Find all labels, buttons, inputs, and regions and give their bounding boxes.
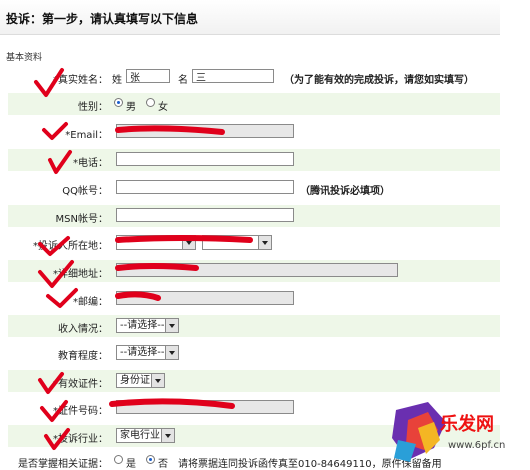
evidence-yes-label: 是 <box>126 459 136 470</box>
education-selected: --请选择-- <box>120 347 165 358</box>
given-name-input[interactable] <box>192 69 274 83</box>
given-name-label: 名 <box>178 75 188 86</box>
msn-label: MSN帐号： <box>55 214 108 225</box>
gender-male-label: 男 <box>126 102 136 113</box>
evidence-label: 是否掌握相关证据： <box>18 459 108 470</box>
surname-label: 姓 <box>112 75 122 86</box>
qq-hint: （腾讯投诉必填项） <box>300 186 390 197</box>
gender-female-radio[interactable] <box>146 98 155 107</box>
msn-input[interactable] <box>116 208 294 222</box>
name-label: *真实姓名： <box>53 75 108 86</box>
section-heading: 基本资料 <box>6 53 43 63</box>
row-education: 教育程度： --请选择-- <box>8 342 500 364</box>
industry-selected: 家电行业 <box>120 430 160 441</box>
watermark-url: www.6pf.cn <box>448 440 506 451</box>
row-income: 收入情况： --请选择-- <box>8 315 500 337</box>
qq-input[interactable] <box>116 180 294 194</box>
row-msn: MSN帐号： <box>8 205 500 227</box>
row-name: *真实姓名： 姓 名 （为了能有效的完成投诉，请您如实填写） <box>8 66 500 88</box>
industry-label: *投诉行业： <box>53 434 108 445</box>
industry-select[interactable]: 家电行业 <box>116 428 175 443</box>
evidence-no-label: 否 <box>158 459 168 470</box>
gender-label: 性别： <box>78 102 108 113</box>
city-select[interactable] <box>202 235 272 250</box>
row-address: *详细地址： <box>8 260 500 282</box>
gender-female-label: 女 <box>158 102 168 113</box>
surname-input[interactable] <box>126 69 170 83</box>
income-select[interactable]: --请选择-- <box>116 318 180 333</box>
page-title: 投诉：第一步，请认真填写以下信息 <box>6 12 199 26</box>
phone-input[interactable] <box>116 152 294 166</box>
chevron-down-icon <box>165 346 179 359</box>
address-label: *详细地址： <box>53 269 108 280</box>
row-phone: *电话： <box>8 149 500 171</box>
gender-male-radio[interactable] <box>114 98 123 107</box>
row-email: *Email： <box>8 121 500 143</box>
zip-input[interactable] <box>116 291 294 305</box>
location-label: *投诉人所在地： <box>33 241 108 252</box>
email-label: *Email： <box>65 130 108 141</box>
row-gender: 性别： 男 女 <box>8 93 500 115</box>
email-input[interactable] <box>116 124 294 138</box>
row-id-type: *有效证件： 身份证 <box>8 370 500 392</box>
id-type-selected: 身份证 <box>120 375 150 386</box>
income-selected: --请选择-- <box>120 320 165 331</box>
chevron-down-icon <box>161 429 174 442</box>
name-hint: （为了能有效的完成投诉，请您如实填写） <box>284 75 474 86</box>
id-type-label: *有效证件： <box>53 379 108 390</box>
chevron-down-icon <box>165 319 179 332</box>
education-select[interactable]: --请选择-- <box>116 345 180 360</box>
row-zip: *邮编： <box>8 288 500 310</box>
qq-label: QQ帐号： <box>62 186 108 197</box>
id-number-input[interactable] <box>116 400 294 414</box>
chevron-down-icon <box>151 374 164 387</box>
row-qq: QQ帐号： （腾讯投诉必填项） <box>8 177 500 199</box>
zip-label: *邮编： <box>73 297 108 308</box>
watermark-brand: 乐发网 <box>440 414 494 435</box>
chevron-down-icon <box>258 236 271 249</box>
phone-label: *电话： <box>73 158 108 169</box>
address-input[interactable] <box>116 263 398 277</box>
education-label: 教育程度： <box>58 351 108 362</box>
row-location: *投诉人所在地： <box>8 232 500 254</box>
evidence-yes-radio[interactable] <box>114 455 123 464</box>
chevron-down-icon <box>182 236 195 249</box>
id-type-select[interactable]: 身份证 <box>116 373 165 388</box>
income-label: 收入情况： <box>58 324 108 335</box>
province-select[interactable] <box>116 235 196 250</box>
evidence-no-radio[interactable] <box>146 455 155 464</box>
title-bar: 投诉：第一步，请认真填写以下信息 <box>0 0 500 35</box>
id-number-label: *证件号码： <box>53 406 108 417</box>
